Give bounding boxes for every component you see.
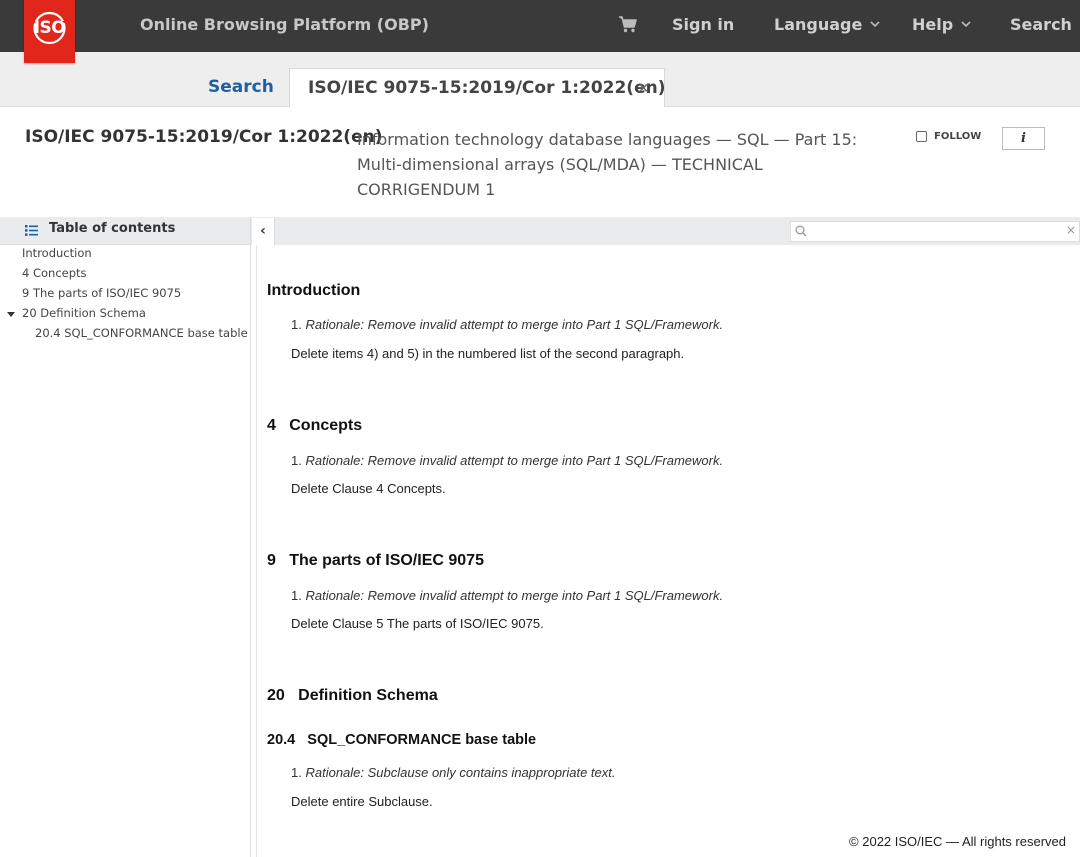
tab-strip: Search ISO/IEC 9075-15:2019/Cor 1:2022(e… [0,52,1080,107]
rationale-text: 1. Rationale: Remove invalid attempt to … [291,588,723,603]
search-nav-link[interactable]: Search [1010,15,1072,34]
rationale-italic: Rationale: Subclause only contains inapp… [305,765,616,780]
toc-header[interactable]: Table of contents [0,217,250,245]
instruction-text: Delete entire Subclause. [291,794,433,809]
chevron-down-icon [961,21,971,28]
cart-icon[interactable] [618,15,638,37]
rationale-text: 1. Rationale: Remove invalid attempt to … [291,317,723,332]
search-icon [795,225,807,237]
section-heading: 20 Definition Schema [267,687,438,704]
language-menu[interactable]: Language [774,15,880,34]
top-navigation-bar: Online Browsing Platform (OBP) Sign in L… [0,0,1080,52]
expand-caret-icon[interactable] [7,312,15,317]
toc-item-parts[interactable]: 9 The parts of ISO/IEC 9075 [22,286,181,300]
rationale-italic: Rationale: Remove invalid attempt to mer… [305,588,724,603]
subsection-heading: 20.4 SQL_CONFORMANCE base table [267,732,537,748]
list-number: 1. [291,453,306,468]
section-heading: 9 The parts of ISO/IEC 9075 [267,552,484,569]
list-number: 1. [291,317,306,332]
info-button[interactable]: i [1002,127,1045,150]
rationale-text: 1. Rationale: Remove invalid attempt to … [291,453,723,468]
list-number: 1. [291,765,306,780]
section-heading: Introduction [267,282,361,299]
content-search-input[interactable]: × [790,221,1080,242]
toc-item-introduction[interactable]: Introduction [22,246,92,260]
copyright-footer: © 2022 ISO/IEC — All rights reserved [849,834,1066,849]
app-title[interactable]: Online Browsing Platform (OBP) [140,15,429,34]
follow-label: FOLLOW [934,131,982,142]
instruction-text: Delete items 4) and 5) in the numbered l… [291,346,685,361]
toc-item-definition-schema[interactable]: 20 Definition Schema [22,306,146,320]
chevron-down-icon [870,21,880,28]
language-label: Language [774,15,863,34]
toc-sidebar: Table of contents Introduction 4 Concept… [0,217,251,857]
follow-toggle[interactable]: FOLLOW [916,131,981,142]
iso-logo[interactable]: ISO [24,0,75,63]
rationale-text: 1. Rationale: Subclause only contains in… [291,765,616,780]
document-content: Introduction 1. Rationale: Remove invali… [256,245,1080,857]
search-nav-label: Search [1010,15,1072,34]
clear-search-icon[interactable]: × [1066,223,1076,237]
tab-document[interactable]: ISO/IEC 9075-15:2019/Cor 1:2022(en) × [289,68,665,107]
section-heading: 4 Concepts [267,417,363,434]
toc-item-concepts[interactable]: 4 Concepts [22,266,87,280]
toc-heading: Table of contents [49,221,176,236]
document-reference: ISO/IEC 9075-15:2019/Cor 1:2022(en) [25,127,383,147]
sign-in-label: Sign in [672,15,735,34]
list-number: 1. [291,588,306,603]
document-title: Information technology database language… [357,130,858,199]
close-icon[interactable]: × [638,81,649,96]
list-icon [25,225,38,236]
rationale-italic: Rationale: Remove invalid attempt to mer… [305,317,724,332]
instruction-text: Delete Clause 5 The parts of ISO/IEC 907… [291,616,544,631]
help-menu[interactable]: Help [912,15,971,34]
follow-checkbox[interactable] [916,131,927,142]
toc-item-sql-conformance[interactable]: 20.4 SQL_CONFORMANCE base table [35,326,248,340]
instruction-text: Delete Clause 4 Concepts. [291,481,446,496]
help-label: Help [912,15,954,34]
tab-search[interactable]: Search [208,77,274,97]
sign-in-link[interactable]: Sign in [672,15,734,34]
rationale-italic: Rationale: Remove invalid attempt to mer… [305,453,724,468]
tab-document-label: ISO/IEC 9075-15:2019/Cor 1:2022(en) [308,78,666,98]
collapse-sidebar-button[interactable]: ‹ [252,218,275,245]
logo-text: ISO [33,18,66,38]
